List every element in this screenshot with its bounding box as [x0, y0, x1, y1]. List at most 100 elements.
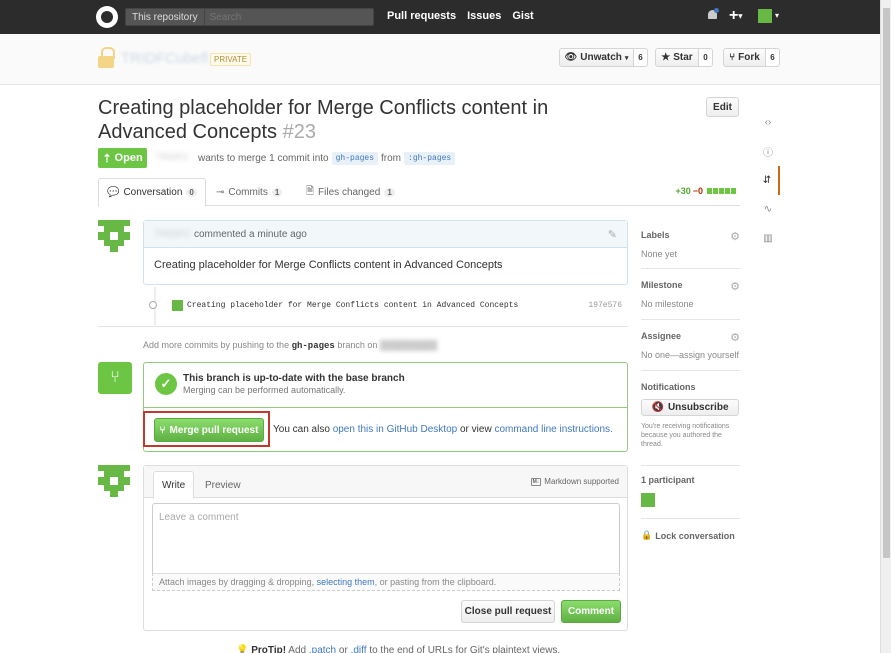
watch-count[interactable]: 6	[634, 48, 648, 67]
comment-body: Creating placeholder for Merge Conflicts…	[154, 259, 503, 271]
comment-time[interactable]: commented a minute ago	[194, 229, 307, 240]
participants-section: 1 participant	[641, 475, 740, 507]
diffstat: +30 −0	[675, 186, 736, 196]
base-branch[interactable]: gh-pages	[331, 152, 379, 165]
comment-discussion-icon: 💬	[107, 187, 120, 198]
unsubscribe-button[interactable]: 🔇 Unsubscribe	[641, 399, 739, 416]
comment-tabs: Write Preview M↓ Markdown supported	[144, 466, 627, 499]
tab-files-changed[interactable]: 🗎 Files changed 1	[306, 178, 395, 206]
new-comment-form: Write Preview M↓ Markdown supported Leave…	[143, 465, 628, 631]
edit-button[interactable]: Edit	[706, 97, 739, 117]
comment: TRIDFC commented a minute ago ✎ Creating…	[143, 220, 628, 285]
merge-pull-request-button[interactable]: ⑂ Merge pull request	[154, 418, 264, 442]
participant-avatar[interactable]	[641, 493, 655, 507]
lock-icon	[98, 47, 115, 69]
divider	[98, 326, 628, 327]
attach-images[interactable]: Attach images by dragging & dropping, se…	[152, 573, 620, 591]
commit-row: Creating placeholder for Merge Conflicts…	[143, 297, 628, 314]
commit-avatar[interactable]	[172, 300, 183, 311]
git-merge-icon: ⑂	[98, 362, 132, 394]
diff-link[interactable]: .diff	[351, 645, 367, 653]
repo-name[interactable]: TRIDFCubefl	[121, 50, 209, 67]
repo-side-nav: ‹› ⓘ ⇵ ∿ ▥	[756, 108, 780, 253]
merge-status: ✓ This branch is up-to-date with the bas…	[144, 363, 627, 408]
user-avatar[interactable]	[758, 9, 772, 23]
star-icon: ★	[661, 52, 671, 63]
tab-conversation[interactable]: 💬 Conversation 0	[98, 178, 206, 207]
graph-icon[interactable]: ▥	[756, 224, 780, 253]
code-icon[interactable]: ‹›	[756, 108, 780, 137]
star-count[interactable]: 0	[699, 48, 713, 67]
branch-name: gh-pages	[291, 341, 335, 351]
nav-issues[interactable]: Issues	[467, 10, 501, 22]
pr-tabs: 💬 Conversation 0 ⊸ Commits 1 🗎 Files chang…	[98, 178, 740, 207]
search-bar[interactable]: This repository	[125, 8, 374, 26]
eye-icon: 👁	[564, 52, 578, 63]
close-pull-request-button[interactable]: Close pull request	[461, 600, 555, 623]
avatar[interactable]	[98, 220, 130, 252]
commit-message[interactable]: Creating placeholder for Merge Conflicts…	[187, 301, 518, 310]
scrollbar[interactable]	[880, 0, 891, 653]
gear-icon[interactable]: ⚙	[730, 230, 740, 243]
command-line-link[interactable]: command line instructions.	[494, 424, 612, 435]
tab-preview[interactable]: Preview	[197, 471, 249, 499]
gear-icon[interactable]: ⚙	[730, 280, 740, 293]
pull-request-icon: ⇡	[102, 152, 112, 165]
pull-request-nav-icon[interactable]: ⇵	[756, 166, 780, 195]
watch-group: 👁 Unwatch ▾ 6	[559, 48, 648, 67]
unwatch-button[interactable]: 👁 Unwatch ▾	[559, 48, 634, 67]
markdown-note[interactable]: M↓ Markdown supported	[530, 477, 619, 486]
search-input[interactable]	[204, 11, 355, 23]
fork-icon: ⑂	[729, 52, 736, 63]
nav-gist[interactable]: Gist	[512, 10, 533, 22]
commit-dot-icon	[149, 301, 157, 309]
light-bulb-icon: 💡	[236, 645, 249, 653]
commit-sha[interactable]: 197e576	[588, 301, 622, 310]
issue-icon[interactable]: ⓘ	[756, 137, 780, 166]
private-badge: PRIVATE	[210, 53, 252, 66]
notification-bell-icon[interactable]	[707, 8, 719, 22]
check-icon: ✓	[155, 373, 177, 395]
pulse-icon[interactable]: ∿	[756, 195, 780, 224]
star-button[interactable]: ★ Star	[655, 48, 699, 67]
select-files-link[interactable]: selecting them	[317, 577, 375, 587]
star-group: ★ Star 0	[655, 48, 713, 67]
commit-icon: ⊸	[216, 186, 225, 198]
top-nav: Pull requests Issues Gist	[387, 10, 534, 22]
scroll-thumb[interactable]	[883, 8, 890, 558]
fork-count[interactable]: 6	[766, 48, 780, 67]
plus-icon[interactable]: +▾	[729, 7, 742, 25]
comment-textarea[interactable]: Leave a comment	[152, 503, 620, 573]
mute-icon: 🔇	[651, 402, 664, 413]
merge-status-title: This branch is up-to-date with the base …	[183, 373, 405, 384]
github-logo-icon[interactable]	[96, 6, 118, 28]
comment-button[interactable]: Comment	[561, 600, 621, 623]
tab-write[interactable]: Write	[153, 471, 195, 499]
tab-commits[interactable]: ⊸ Commits 1	[216, 178, 283, 206]
assignee-section[interactable]: Assignee ⚙ No one—assign yourself	[641, 331, 740, 360]
comment-author[interactable]: TRIDFC	[154, 229, 194, 240]
file-diff-icon: 🗎	[306, 185, 315, 197]
fork-button[interactable]: ⑂ Fork	[723, 48, 766, 67]
page-title: Creating placeholder for Merge Conflicts…	[98, 97, 549, 143]
pr-author[interactable]: TRIDFC	[156, 152, 194, 162]
lock-icon: 🔒	[641, 530, 653, 540]
merge-status-subtitle: Merging can be performed automatically.	[183, 385, 346, 395]
labels-section[interactable]: Labels ⚙ None yet	[641, 230, 740, 259]
notifications-section: Notifications 🔇 Unsubscribe You're receiv…	[641, 382, 740, 449]
pr-number: #23	[282, 121, 316, 143]
pencil-icon[interactable]: ✎	[608, 228, 617, 241]
chevron-down-icon[interactable]: ▾	[775, 11, 779, 20]
lock-section[interactable]: 🔒 Lock conversation	[641, 530, 740, 541]
open-desktop-link[interactable]: open this in GitHub Desktop	[333, 424, 458, 435]
nav-pull-requests[interactable]: Pull requests	[387, 10, 456, 22]
milestone-section[interactable]: Milestone ⚙ No milestone	[641, 280, 740, 309]
head-branch[interactable]: :gh-pages	[404, 152, 456, 165]
avatar[interactable]	[98, 465, 130, 497]
patch-link[interactable]: .patch	[309, 645, 336, 653]
merge-alternatives: You can also open this in GitHub Desktop…	[273, 424, 613, 435]
top-header: This repository Pull requests Issues Gis…	[0, 0, 880, 34]
gear-icon[interactable]: ⚙	[730, 331, 740, 344]
markdown-icon: M↓	[530, 477, 542, 486]
git-merge-small-icon: ⑂	[159, 424, 166, 436]
